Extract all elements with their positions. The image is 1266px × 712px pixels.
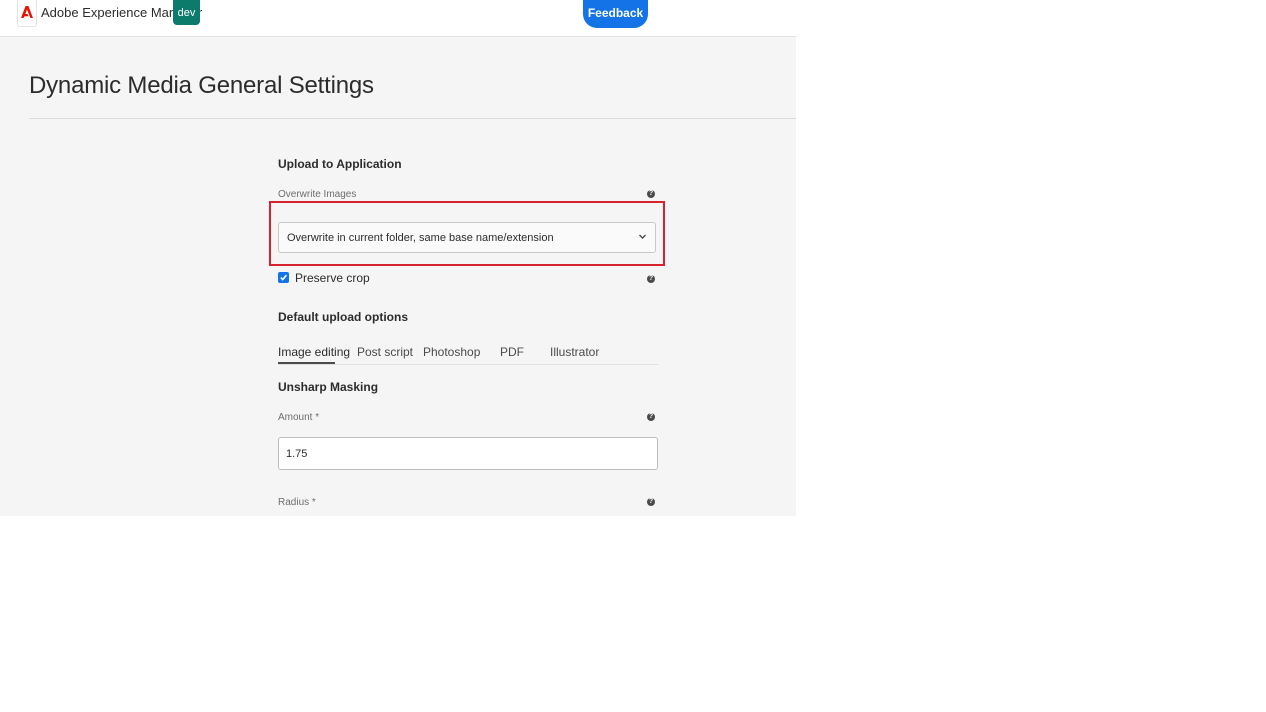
overwrite-help-icon[interactable]: ? bbox=[647, 190, 655, 198]
app-window: Adobe Experience Manager dev Feedback Dy… bbox=[0, 0, 796, 516]
default-upload-options-heading: Default upload options bbox=[278, 310, 408, 324]
preserve-crop-help-icon[interactable]: ? bbox=[647, 275, 655, 283]
feedback-button[interactable]: Feedback bbox=[583, 0, 648, 28]
chevron-down-icon bbox=[639, 234, 646, 239]
tab-illustrator[interactable]: Illustrator bbox=[550, 345, 599, 359]
amount-label: Amount * bbox=[278, 412, 320, 423]
page-title: Dynamic Media General Settings bbox=[29, 72, 374, 99]
tabs-divider bbox=[278, 364, 658, 365]
checkmark-icon bbox=[280, 274, 288, 281]
overwrite-images-label: Overwrite Images bbox=[278, 189, 357, 200]
tab-image-editing[interactable]: Image editing bbox=[278, 345, 350, 359]
radius-help-icon[interactable]: ? bbox=[647, 498, 655, 506]
upload-section-heading: Upload to Application bbox=[278, 157, 402, 171]
overwrite-images-select[interactable]: Overwrite in current folder, same base n… bbox=[278, 222, 656, 253]
active-tab-indicator bbox=[278, 362, 335, 364]
tab-photoshop[interactable]: Photoshop bbox=[423, 345, 480, 359]
adobe-a-icon bbox=[21, 6, 33, 18]
adobe-logo-icon[interactable] bbox=[17, 0, 37, 27]
unsharp-masking-heading: Unsharp Masking bbox=[278, 380, 379, 394]
overwrite-images-value: Overwrite in current folder, same base n… bbox=[287, 232, 554, 244]
top-bar: Adobe Experience Manager dev Feedback bbox=[0, 0, 796, 37]
tab-post-script[interactable]: Post script bbox=[357, 345, 413, 359]
preserve-crop-label[interactable]: Preserve crop bbox=[295, 271, 370, 285]
amount-help-icon[interactable]: ? bbox=[647, 413, 655, 421]
environment-badge: dev bbox=[173, 0, 200, 25]
preserve-crop-checkbox[interactable] bbox=[278, 272, 289, 283]
radius-label: Radius * bbox=[278, 497, 316, 508]
tab-pdf[interactable]: PDF bbox=[500, 345, 524, 359]
title-divider bbox=[29, 118, 796, 119]
amount-input[interactable] bbox=[278, 437, 658, 470]
